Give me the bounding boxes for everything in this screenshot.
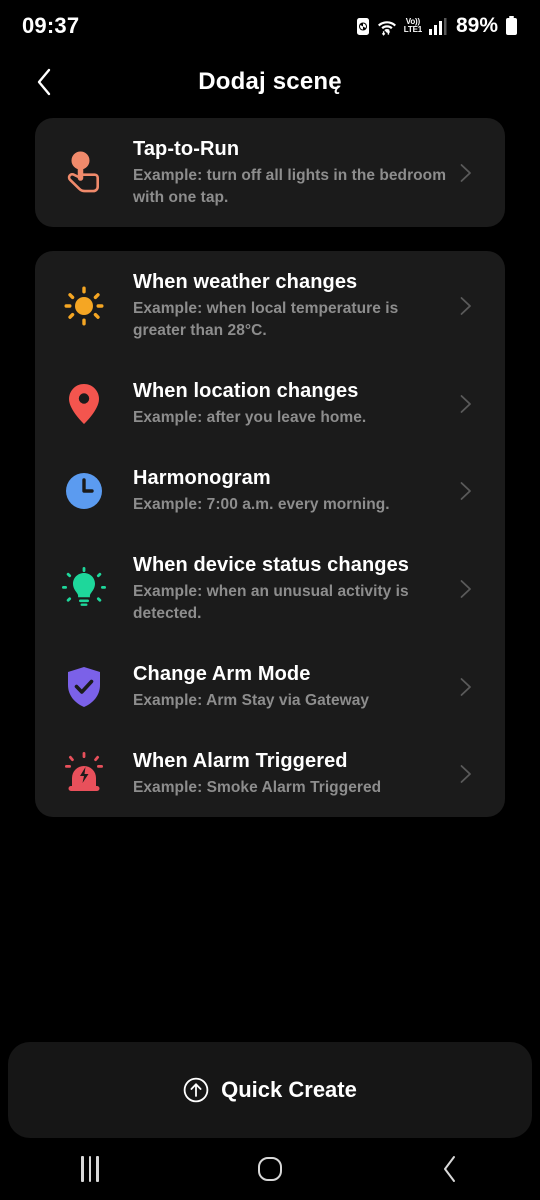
chevron-right-icon xyxy=(460,394,471,413)
back-button[interactable] xyxy=(24,62,64,102)
scene-row-subtitle: Example: Smoke Alarm Triggered xyxy=(133,779,382,796)
quick-create-label: Quick Create xyxy=(221,1077,357,1102)
scene-row-subtitle: Example: Arm Stay via Gateway xyxy=(133,692,370,709)
hand-tap-icon xyxy=(35,149,133,197)
chevron-right-icon xyxy=(460,579,471,598)
scene-row-text: When Alarm Triggered Example: Smoke Alar… xyxy=(133,748,505,799)
battery-icon xyxy=(505,16,518,36)
page-title: Dodaj scenę xyxy=(198,68,342,95)
lightbulb-icon xyxy=(35,565,133,613)
battery-percent-label: 89% xyxy=(455,14,498,37)
arrow-up-circle-icon xyxy=(183,1077,209,1103)
home-icon xyxy=(258,1157,282,1181)
chevron-right-icon xyxy=(460,764,471,783)
status-bar-icons: Vo)) LTE1 89% xyxy=(356,14,518,38)
scene-row-text: Change Arm Mode Example: Arm Stay via Ga… xyxy=(133,661,505,712)
scene-row-when-location-changes[interactable]: When location changes Example: after you… xyxy=(35,360,505,447)
location-pin-icon xyxy=(35,380,133,428)
back-nav-button[interactable] xyxy=(405,1146,495,1192)
android-nav-bar xyxy=(0,1138,540,1200)
siren-icon xyxy=(35,750,133,798)
scene-row-when-device-status-changes[interactable]: When device status changes Example: when… xyxy=(35,534,505,643)
scene-row-title: Tap-to-Run xyxy=(133,138,240,160)
scene-row-subtitle: Example: turn off all lights in the bedr… xyxy=(133,167,447,206)
home-button[interactable] xyxy=(225,1146,315,1192)
scene-row-text: Tap-to-Run Example: turn off all lights … xyxy=(133,136,505,209)
scene-type-list: Tap-to-Run Example: turn off all lights … xyxy=(0,118,540,841)
wifi-icon xyxy=(377,17,397,36)
scene-row-text: When weather changes Example: when local… xyxy=(133,269,505,342)
automations-card: When weather changes Example: when local… xyxy=(35,251,505,817)
scene-row-title: When device status changes xyxy=(133,554,410,576)
chevron-right-icon xyxy=(460,481,471,500)
signal-bars-icon xyxy=(428,17,447,35)
scene-row-when-alarm-triggered[interactable]: When Alarm Triggered Example: Smoke Alar… xyxy=(35,730,505,817)
scene-row-title: Change Arm Mode xyxy=(133,663,311,685)
tap-to-run-card: Tap-to-Run Example: turn off all lights … xyxy=(35,118,505,227)
scene-row-text: When device status changes Example: when… xyxy=(133,552,505,625)
scene-row-title: Harmonogram xyxy=(133,467,271,489)
volte-bottom-label: LTE1 xyxy=(403,25,422,34)
recents-button[interactable] xyxy=(45,1146,135,1192)
scene-row-subtitle: Example: when local temperature is great… xyxy=(133,300,399,339)
chevron-right-icon xyxy=(460,296,471,315)
scene-row-subtitle: Example: 7:00 a.m. every morning. xyxy=(133,496,390,513)
scene-row-subtitle: Example: when an unusual activity is det… xyxy=(133,583,409,622)
quick-create-button[interactable]: Quick Create xyxy=(8,1042,532,1138)
scene-row-harmonogram[interactable]: Harmonogram Example: 7:00 a.m. every mor… xyxy=(35,447,505,534)
scene-row-change-arm-mode[interactable]: Change Arm Mode Example: Arm Stay via Ga… xyxy=(35,643,505,730)
scene-row-subtitle: Example: after you leave home. xyxy=(133,409,367,426)
shield-check-icon xyxy=(35,663,133,711)
chevron-right-icon xyxy=(460,163,471,182)
chevron-left-icon xyxy=(37,68,51,96)
scene-row-title: When location changes xyxy=(133,380,359,402)
recents-icon xyxy=(81,1156,99,1182)
scene-row-text: Harmonogram Example: 7:00 a.m. every mor… xyxy=(133,465,505,516)
volte-icon: Vo)) LTE1 xyxy=(404,18,422,34)
scene-row-title: When weather changes xyxy=(133,271,358,293)
scene-row-title: When Alarm Triggered xyxy=(133,750,348,772)
app-bar: Dodaj scenę xyxy=(0,52,540,112)
back-icon xyxy=(444,1156,455,1182)
sun-icon xyxy=(35,282,133,330)
chevron-right-icon xyxy=(460,677,471,696)
status-bar: 09:37 Vo)) LTE1 89% xyxy=(0,0,540,52)
scene-row-tap-to-run[interactable]: Tap-to-Run Example: turn off all lights … xyxy=(35,118,505,227)
alarm-battery-icon xyxy=(356,17,370,36)
status-bar-clock: 09:37 xyxy=(22,13,80,38)
scene-row-text: When location changes Example: after you… xyxy=(133,378,505,429)
phone-screen: 09:37 Vo)) LTE1 89% Dodaj scenę Tap-to-R… xyxy=(0,0,540,1200)
scene-row-when-weather-changes[interactable]: When weather changes Example: when local… xyxy=(35,251,505,360)
clock-icon xyxy=(35,467,133,515)
